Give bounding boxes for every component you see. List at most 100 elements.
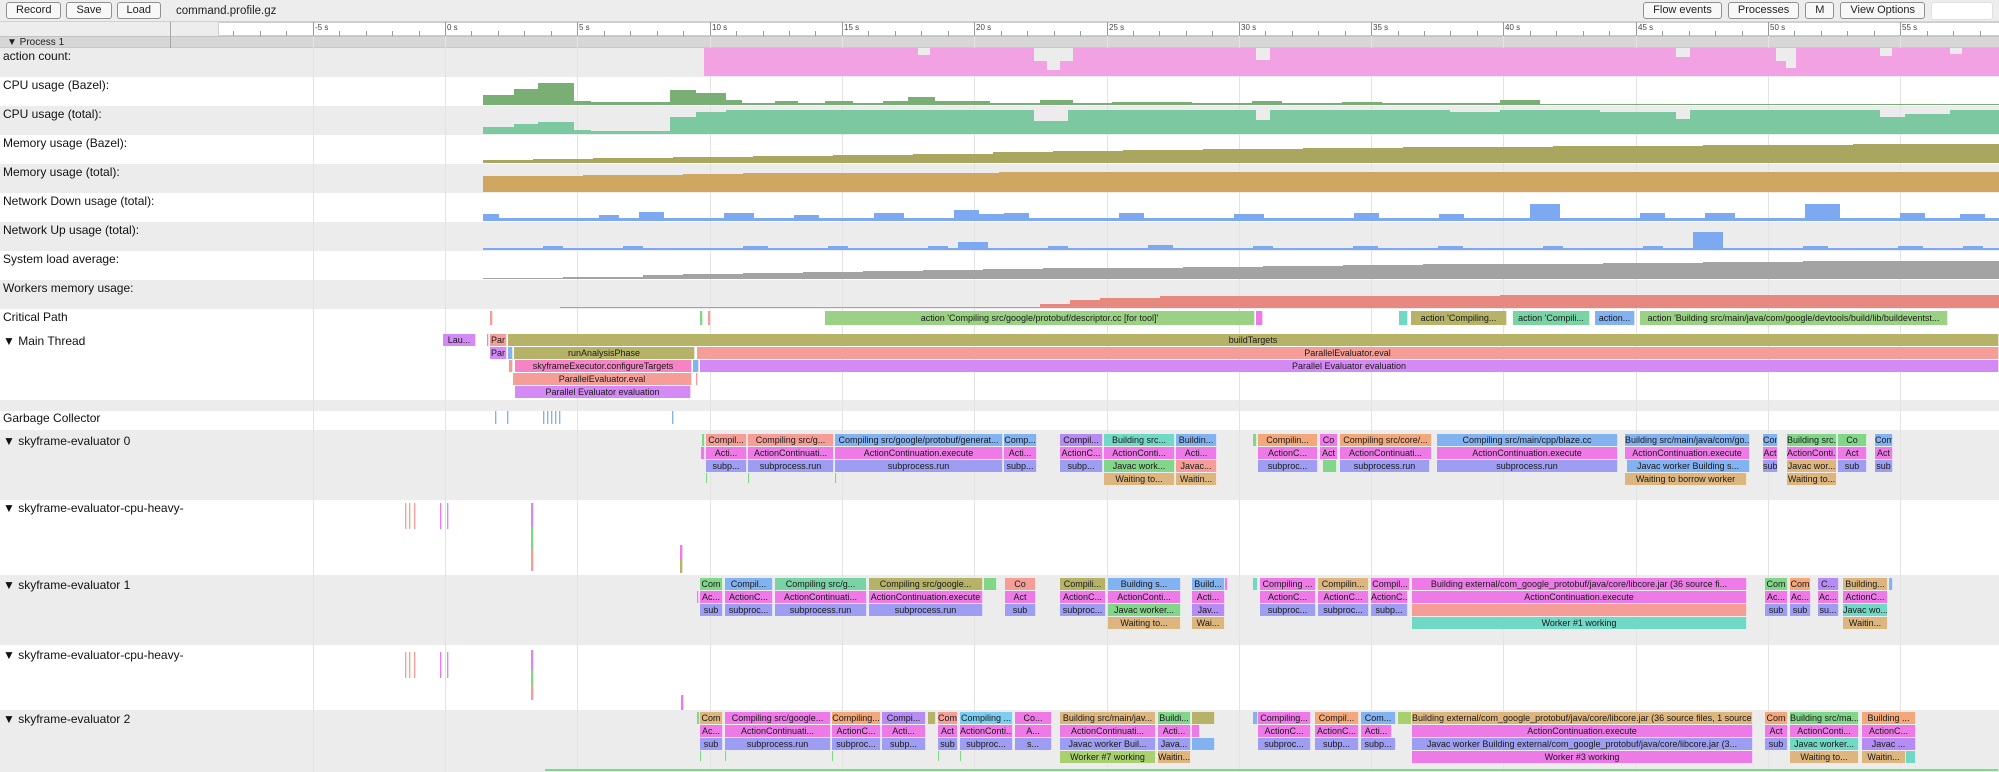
counter-bar-cpu-usage-bazel[interactable] bbox=[1540, 104, 1740, 105]
counter-bar-cpu-usage-bazel[interactable] bbox=[670, 90, 696, 105]
trace-span[interactable] bbox=[1253, 434, 1257, 446]
counter-bar-cpu-usage-total[interactable] bbox=[1256, 120, 1270, 134]
counter-bar-cpu-usage-total[interactable] bbox=[1690, 110, 1880, 134]
trace-span[interactable]: subprocess.run bbox=[1437, 460, 1618, 472]
counter-bar-workers-memory[interactable] bbox=[1160, 296, 1500, 308]
trace-span[interactable]: ActionContinuati... bbox=[725, 725, 831, 737]
trace-span[interactable] bbox=[440, 503, 442, 529]
counter-bar-network-down[interactable] bbox=[1705, 213, 1735, 221]
trace-span[interactable]: Worker #3 working bbox=[1412, 751, 1753, 763]
trace-span[interactable]: action... bbox=[1595, 311, 1635, 325]
trace-span[interactable]: Parallel Evaluator evaluation bbox=[700, 360, 1999, 372]
trace-span[interactable]: subprocess.run bbox=[725, 738, 831, 750]
counter-bar-system-load[interactable] bbox=[1103, 268, 1183, 279]
trace-span[interactable]: Wai... bbox=[1192, 617, 1225, 629]
counter-bar-memory-usage-bazel[interactable] bbox=[1853, 144, 1999, 163]
trace-span[interactable]: subproc... bbox=[1060, 604, 1106, 616]
counter-bar-network-down[interactable] bbox=[1004, 213, 1029, 221]
trace-span[interactable]: ParallelEvaluator.eval bbox=[697, 347, 1999, 359]
counter-bar-network-up[interactable] bbox=[483, 248, 543, 250]
counter-bar-memory-usage-bazel[interactable] bbox=[1053, 151, 1123, 163]
counter-bar-network-up[interactable] bbox=[1273, 248, 1353, 250]
counter-bar-workers-memory[interactable] bbox=[1100, 298, 1160, 308]
trace-span[interactable]: ActionConti... bbox=[1104, 447, 1175, 459]
counter-bar-cpu-usage-bazel[interactable] bbox=[538, 83, 574, 105]
counter-bar-network-down[interactable] bbox=[1354, 213, 1379, 221]
trace-span[interactable] bbox=[700, 751, 702, 761]
counter-bar-action-count[interactable] bbox=[1950, 54, 1962, 76]
counter-bar-network-down[interactable] bbox=[1464, 218, 1530, 221]
trace-span[interactable] bbox=[701, 447, 705, 459]
trace-span[interactable]: Compil... bbox=[706, 434, 747, 446]
trace-span[interactable]: Par bbox=[490, 347, 507, 359]
trace-span[interactable]: Building src/main/jav... bbox=[1060, 712, 1156, 724]
counter-bar-action-count[interactable] bbox=[704, 48, 918, 76]
trace-span[interactable]: Waitin... bbox=[1176, 473, 1217, 485]
counter-bar-network-down[interactable] bbox=[724, 213, 754, 221]
trace-span[interactable]: Compiling src/main/cpp/blaze.cc bbox=[1437, 434, 1618, 446]
trace-span[interactable]: runAnalysisPhase bbox=[514, 347, 695, 359]
trace-span[interactable] bbox=[680, 559, 683, 573]
counter-bar-network-down[interactable] bbox=[1439, 214, 1464, 221]
counter-bar-cpu-usage-total[interactable] bbox=[1676, 119, 1690, 134]
trace-span[interactable] bbox=[531, 670, 534, 685]
trace-span[interactable] bbox=[559, 411, 561, 424]
trace-span[interactable]: subprocess.run bbox=[835, 460, 1003, 472]
counter-bar-network-up[interactable] bbox=[1353, 246, 1378, 250]
counter-bar-memory-usage-bazel[interactable] bbox=[833, 155, 913, 163]
counter-bar-cpu-usage-total[interactable] bbox=[538, 122, 574, 134]
counter-bar-network-down[interactable] bbox=[904, 218, 954, 221]
counter-bar-cpu-usage-bazel[interactable] bbox=[798, 103, 825, 105]
trace-span[interactable]: Javac... bbox=[1176, 460, 1217, 472]
trace-span[interactable]: subp... bbox=[1315, 738, 1359, 750]
counter-bar-memory-usage-bazel[interactable] bbox=[1553, 146, 1703, 163]
counter-bar-network-down[interactable] bbox=[1640, 213, 1665, 221]
counter-bar-network-down[interactable] bbox=[483, 214, 499, 221]
trace-span[interactable]: Co bbox=[1005, 578, 1036, 590]
trace-span[interactable]: Compiling... bbox=[832, 712, 881, 724]
trace-span[interactable]: Act bbox=[1005, 591, 1036, 603]
trace-span[interactable] bbox=[696, 373, 698, 385]
counter-bar-network-up[interactable] bbox=[1563, 248, 1643, 250]
trace-span[interactable]: Co bbox=[1838, 434, 1867, 446]
trace-span[interactable] bbox=[700, 311, 703, 325]
trace-span[interactable]: Ac... bbox=[700, 725, 723, 737]
flow-events-button[interactable]: Flow events bbox=[1643, 2, 1722, 19]
counter-bar-network-up[interactable] bbox=[623, 246, 643, 250]
counter-bar-system-load[interactable] bbox=[483, 278, 563, 279]
trace-span[interactable]: ActionC... bbox=[1060, 447, 1103, 459]
counter-bar-memory-usage-total[interactable] bbox=[483, 176, 583, 192]
trace-span[interactable] bbox=[495, 411, 497, 424]
trace-span[interactable]: ActionC... bbox=[1060, 591, 1106, 603]
row-label[interactable]: ▼ skyframe-evaluator-cpu-heavy- bbox=[3, 648, 184, 662]
counter-bar-system-load[interactable] bbox=[563, 277, 643, 279]
counter-bar-network-up[interactable] bbox=[1803, 246, 1828, 250]
counter-bar-memory-usage-total[interactable] bbox=[743, 173, 999, 192]
counter-bar-network-up[interactable] bbox=[948, 248, 958, 250]
row-label[interactable]: ▼ skyframe-evaluator 0 bbox=[3, 434, 130, 448]
counter-bar-network-up[interactable] bbox=[1663, 248, 1693, 250]
counter-bar-cpu-usage-total[interactable] bbox=[574, 130, 591, 134]
trace-span[interactable]: ActionContinuation.execute bbox=[1412, 725, 1753, 737]
trace-span[interactable]: ActionContinuati... bbox=[1340, 447, 1432, 459]
counter-bar-action-count[interactable] bbox=[1690, 48, 1776, 76]
counter-bar-cpu-usage-bazel[interactable] bbox=[726, 100, 742, 105]
trace-span[interactable]: C... bbox=[1818, 578, 1839, 590]
counter-bar-network-down[interactable] bbox=[1985, 218, 1999, 221]
counter-bar-memory-usage-total[interactable] bbox=[683, 174, 743, 192]
counter-bar-workers-memory[interactable] bbox=[1040, 304, 1070, 308]
trace-span[interactable] bbox=[509, 360, 513, 372]
counter-bar-system-load[interactable] bbox=[863, 271, 923, 279]
counter-bar-network-up[interactable] bbox=[1068, 248, 1148, 250]
trace-span[interactable] bbox=[405, 503, 407, 529]
trace-span[interactable]: ActionC... bbox=[832, 725, 881, 737]
trace-span[interactable]: Javac worker... bbox=[1790, 738, 1859, 750]
counter-bar-network-up[interactable] bbox=[743, 246, 768, 250]
counter-bar-network-down[interactable] bbox=[1925, 218, 1960, 221]
trace-span[interactable]: Compil... bbox=[1060, 434, 1103, 446]
trace-span[interactable]: Act bbox=[938, 725, 958, 737]
trace-span[interactable] bbox=[447, 652, 449, 678]
trace-span[interactable]: Com bbox=[1765, 578, 1788, 590]
trace-span[interactable]: Compiling src/google/protobuf/generat... bbox=[835, 434, 1003, 446]
trace-span[interactable]: A... bbox=[1015, 725, 1052, 737]
